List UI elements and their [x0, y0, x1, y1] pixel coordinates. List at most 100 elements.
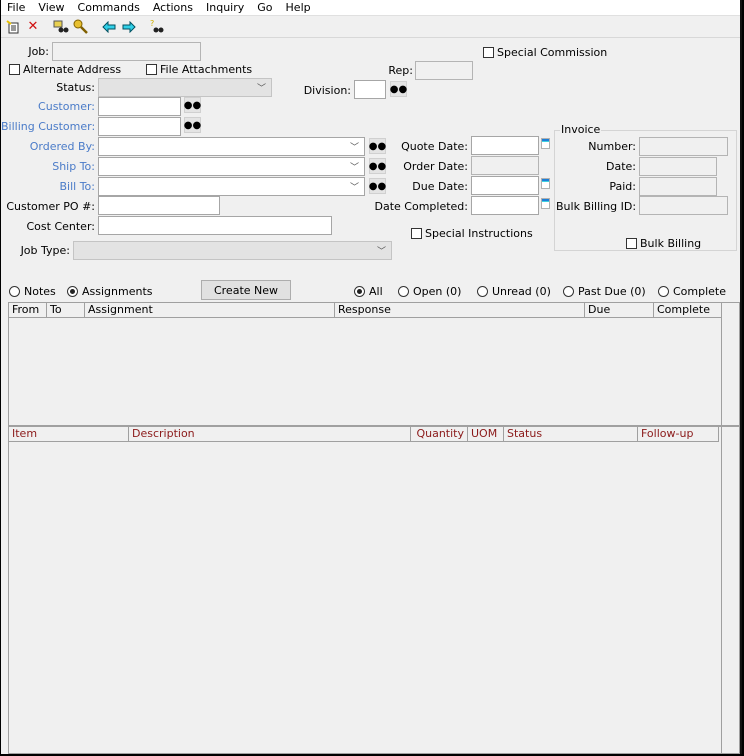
invoice-number-label: Number: — [588, 140, 636, 153]
job-window: File View Commands Actions Inquiry Go He… — [1, 0, 742, 754]
customer-field[interactable] — [98, 97, 181, 116]
filter-unread-radio[interactable]: Unread (0) — [477, 285, 551, 298]
billing-customer-lookup-binoculars-icon[interactable]: ●● — [184, 117, 201, 133]
radio-dot[interactable] — [354, 286, 365, 297]
back-arrow-icon[interactable] — [100, 18, 118, 36]
radio-dot[interactable] — [658, 286, 669, 297]
bill-to-label[interactable]: Bill To: — [11, 180, 96, 193]
col-complete[interactable]: Complete — [654, 303, 722, 318]
invoice-group-title: Invoice — [560, 123, 602, 136]
date-completed-field[interactable] — [471, 196, 539, 215]
toolbar: ✕ ? — [1, 16, 740, 38]
col-from[interactable]: From — [9, 303, 47, 318]
radio-dot[interactable] — [67, 286, 78, 297]
radio-dot[interactable] — [477, 286, 488, 297]
col-uom[interactable]: UOM — [468, 427, 504, 442]
col-status[interactable]: Status — [504, 427, 638, 442]
radio-dot[interactable] — [9, 286, 20, 297]
col-due[interactable]: Due — [585, 303, 654, 318]
radio-dot[interactable] — [563, 286, 574, 297]
due-date-field[interactable] — [471, 176, 539, 195]
order-date-field[interactable] — [471, 156, 539, 175]
billing-customer-label[interactable]: Billing Customer: — [1, 120, 95, 133]
job-type-dropdown[interactable]: ﹀ — [73, 241, 392, 260]
due-date-calendar-icon[interactable] — [541, 178, 550, 189]
assignments-grid[interactable]: From To Assignment Response Due Complete — [8, 302, 740, 426]
invoice-date-label: Date: — [606, 160, 636, 173]
col-item[interactable]: Item — [9, 427, 129, 442]
delete-icon[interactable]: ✕ — [24, 18, 42, 36]
invoice-paid-field[interactable] — [639, 177, 717, 196]
col-to[interactable]: To — [47, 303, 85, 318]
col-follow-up[interactable]: Follow-up — [638, 427, 719, 442]
rep-field[interactable] — [415, 61, 473, 80]
customer-label[interactable]: Customer: — [11, 100, 95, 113]
customer-po-field[interactable] — [98, 196, 220, 215]
menu-help[interactable]: Help — [286, 1, 311, 14]
col-assignment[interactable]: Assignment — [85, 303, 335, 318]
assignments-radio[interactable]: Assignments — [67, 285, 153, 298]
division-lookup-binoculars-icon[interactable]: ●● — [390, 81, 407, 97]
bulk-billing-id-field[interactable] — [639, 196, 728, 215]
order-date-label: Order Date: — [403, 160, 468, 173]
status-label: Status: — [56, 81, 95, 94]
help-search-icon[interactable]: ? — [148, 18, 166, 36]
checkbox-box[interactable] — [626, 238, 637, 249]
chevron-down-icon: ﹀ — [349, 163, 359, 173]
filter-open-radio[interactable]: Open (0) — [398, 285, 461, 298]
rep-label: Rep: — [388, 64, 413, 77]
notes-radio[interactable]: Notes — [9, 285, 56, 298]
quote-date-field[interactable] — [471, 136, 539, 155]
division-field[interactable] — [354, 80, 386, 99]
menu-actions[interactable]: Actions — [153, 1, 193, 14]
checkbox-box[interactable] — [146, 64, 157, 75]
items-grid[interactable]: Item Description Quantity UOM Status Fol… — [8, 426, 740, 754]
col-response[interactable]: Response — [335, 303, 585, 318]
billing-customer-field[interactable] — [98, 117, 181, 136]
key-icon[interactable] — [72, 18, 90, 36]
menu-inquiry[interactable]: Inquiry — [206, 1, 244, 14]
checkbox-box[interactable] — [9, 64, 20, 75]
checkbox-box[interactable] — [411, 228, 422, 239]
forward-arrow-icon[interactable] — [120, 18, 138, 36]
menu-view[interactable]: View — [38, 1, 64, 14]
radio-dot[interactable] — [398, 286, 409, 297]
filter-past-due-radio[interactable]: Past Due (0) — [563, 285, 646, 298]
special-instructions-checkbox[interactable]: Special Instructions — [411, 227, 533, 240]
quote-date-calendar-icon[interactable] — [541, 138, 550, 149]
status-dropdown[interactable]: ﹀ — [98, 78, 272, 97]
bulk-billing-checkbox[interactable]: Bulk Billing — [626, 237, 701, 250]
customer-lookup-binoculars-icon[interactable]: ●● — [184, 97, 201, 113]
filter-all-radio[interactable]: All — [354, 285, 383, 298]
chevron-down-icon: ﹀ — [349, 143, 359, 153]
date-completed-calendar-icon[interactable] — [541, 198, 550, 209]
ship-to-dropdown[interactable]: ﹀ — [98, 157, 365, 176]
search-job-icon[interactable] — [52, 18, 70, 36]
menu-file[interactable]: File — [7, 1, 25, 14]
checkbox-box[interactable] — [483, 47, 494, 58]
job-field[interactable] — [52, 42, 201, 61]
col-description[interactable]: Description — [129, 427, 411, 442]
create-new-button[interactable]: Create New — [201, 280, 291, 300]
job-type-label: Job Type: — [20, 244, 70, 257]
menu-bar: File View Commands Actions Inquiry Go He… — [1, 0, 740, 16]
bill-to-dropdown[interactable]: ﹀ — [98, 177, 365, 196]
special-commission-label: Special Commission — [497, 46, 608, 59]
alternate-address-checkbox[interactable]: Alternate Address — [9, 63, 121, 76]
filter-complete-radio[interactable]: Complete — [658, 285, 726, 298]
assignments-scrollbar[interactable] — [721, 303, 739, 425]
file-attachments-label: File Attachments — [160, 63, 253, 76]
cost-center-field[interactable] — [98, 216, 332, 235]
ordered-by-label[interactable]: Ordered By: — [11, 140, 95, 153]
menu-go[interactable]: Go — [257, 1, 272, 14]
items-scrollbar[interactable] — [721, 427, 739, 753]
menu-commands[interactable]: Commands — [78, 1, 140, 14]
invoice-date-field[interactable] — [639, 157, 717, 176]
ordered-by-dropdown[interactable]: ﹀ — [98, 137, 365, 156]
special-commission-checkbox[interactable]: Special Commission — [483, 46, 607, 59]
ship-to-label[interactable]: Ship To: — [11, 160, 95, 173]
col-quantity[interactable]: Quantity — [411, 427, 468, 442]
new-document-icon[interactable] — [4, 18, 22, 36]
invoice-number-field[interactable] — [639, 137, 728, 156]
file-attachments-checkbox[interactable]: File Attachments — [146, 63, 252, 76]
